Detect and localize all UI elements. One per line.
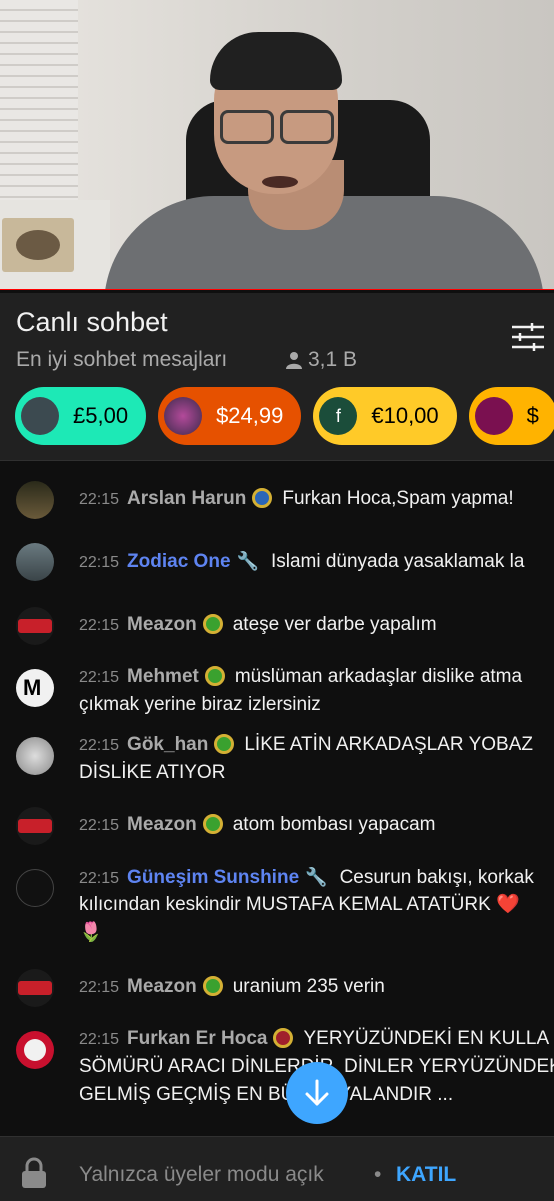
ticker-amount: £5,00 [73,403,129,428]
message-text: müslüman arkadaşlar dislike atma [234,666,523,687]
viewer-count: 3,1 B [286,348,357,372]
avatar [16,1031,54,1069]
message-author[interactable]: Güneşim Sunshine [127,867,299,888]
decor-box [2,218,74,272]
message-time: 22:15 [79,1031,120,1048]
member-badge-icon [214,734,235,754]
message-time: 22:15 [79,669,120,686]
ticker-item[interactable]: $ [468,387,554,445]
message-time: 22:15 [79,979,120,996]
avatar: M [16,669,54,707]
chat-header: Canlı sohbet En iyi sohbet mesajları 3,1… [0,293,554,460]
member-badge-icon [273,1028,294,1048]
window-blinds [0,0,78,200]
scroll-to-bottom-button[interactable] [286,1062,348,1124]
members-only-notice: Yalnızca üyeler modu açık [79,1163,324,1186]
message-author[interactable]: Meazon [127,976,197,997]
message-text: Islami dünyada yasaklamak la [270,551,525,572]
ticker-item[interactable]: f €10,00 [313,387,457,445]
message-text: uranium 235 verin [232,976,385,997]
member-badge-icon [204,666,225,686]
message-time: 22:15 [79,737,120,754]
message-text-continued-row: kılıcından keskindir MUSTAFA KEMAL ATATÜ… [79,891,520,919]
message-line: 22:15 Gök_han LİKE ATİN ARKADAŞLAR YOBAZ [79,731,533,760]
chat-title: Canlı sohbet [16,307,168,337]
message-author[interactable]: Meazon [127,814,197,835]
super-chat-tickers: £5,00 $24,99 f €10,00 $ [15,387,554,445]
message-author[interactable]: Zodiac One [127,551,230,572]
separator: • [374,1163,382,1186]
chat-mode-selector[interactable]: En iyi sohbet mesajları [16,348,227,372]
message-author[interactable]: Mehmet [127,666,199,687]
arrow-down-icon [305,1079,329,1106]
message-text: LİKE ATİN ARKADAŞLAR YOBAZ [244,734,533,755]
person-glasses [220,110,334,144]
viewer-count-value: 3,1 B [308,348,358,371]
message-time: 22:15 [79,554,120,571]
message-time: 22:15 [79,870,120,887]
message-author[interactable]: Gök_han [127,734,208,755]
message-text-continued-row: 🌷 [79,919,103,947]
ticker-item[interactable]: $24,99 [158,387,302,445]
message-time: 22:15 [79,491,120,508]
avatar [16,869,54,907]
message-time: 22:15 [79,617,120,634]
avatar: f [319,397,358,435]
message-text-continued: DİSLİKE ATIYOR [79,762,226,783]
video-progress-bar[interactable] [0,289,554,290]
message-line: 22:15 Arslan Harun Furkan Hoca,Spam yapma! [79,485,514,514]
avatar [16,607,54,645]
ticker-amount: $ [526,403,539,428]
lock-icon [22,1157,46,1188]
avatar [16,543,54,581]
member-badge-icon [202,976,223,996]
avatar [16,481,54,519]
avatar [16,737,54,775]
heart-emoji: ❤️ [496,894,520,915]
chat-footer: Yalnızca üyeler modu açık • KATIL [0,1136,554,1201]
avatar [164,397,203,435]
person-mouth [262,176,298,188]
message-line: 22:15 Furkan Er Hoca YERYÜZÜNDEKİ EN KULLA [79,1025,549,1054]
member-badge-icon [252,488,273,508]
message-text: Furkan Hoca,Spam yapma! [282,488,514,509]
message-text-continued: GELMİŞ GEÇMİŞ EN BÜYÜK YALANDIR ... [79,1084,454,1105]
wrench-icon: 🔧 [236,551,259,571]
message-line: 22:15 Meazon ateşe ver darbe yapalım [79,611,437,640]
avatar [16,969,54,1007]
message-author[interactable]: Meazon [127,614,197,635]
avatar [16,807,54,845]
person-icon [286,352,302,369]
filter-icon[interactable] [512,323,544,351]
person-hair [210,32,342,90]
wrench-icon: 🔧 [305,867,328,887]
message-line: 22:15 Meazon atom bombası yapacam [79,811,436,840]
ticker-amount: €10,00 [371,403,439,428]
message-text: ateşe ver darbe yapalım [232,614,437,635]
member-badge-icon [202,814,223,834]
message-line: 22:15 Meazon uranium 235 verin [79,973,385,1002]
message-text-continued: kılıcından keskindir MUSTAFA KEMAL ATATÜ… [79,894,491,915]
message-line: 22:15 Zodiac One 🔧 Islami dünyada yasaklama… [79,547,524,577]
message-time: 22:15 [79,817,120,834]
chat-message-list[interactable]: 22:15 Arslan Harun Furkan Hoca,Spam yapma!… [0,460,554,1137]
message-line: 22:15 Mehmet müslüman arkadaşlar dislike a… [79,663,522,692]
member-badge-icon [202,614,223,634]
message-text-continued: çıkmak yerine biraz izlersiniz [79,694,321,715]
ticker-amount: $24,99 [216,403,284,428]
tulip-emoji: 🌷 [79,922,103,943]
join-button[interactable]: KATIL [396,1163,456,1187]
message-text: atom bombası yapacam [232,814,436,835]
message-text: YERYÜZÜNDEKİ EN KULLA [303,1028,550,1049]
message-author[interactable]: Furkan Er Hoca [127,1028,267,1049]
message-author[interactable]: Arslan Harun [127,488,246,509]
video-player[interactable] [0,0,554,290]
message-line: 22:15 Güneşim Sunshine 🔧 Cesurun bakışı, ko… [79,863,534,893]
avatar [474,397,513,435]
avatar [21,397,59,435]
ticker-item[interactable]: £5,00 [15,387,147,445]
message-text: Cesurun bakışı, korkak [339,867,534,888]
